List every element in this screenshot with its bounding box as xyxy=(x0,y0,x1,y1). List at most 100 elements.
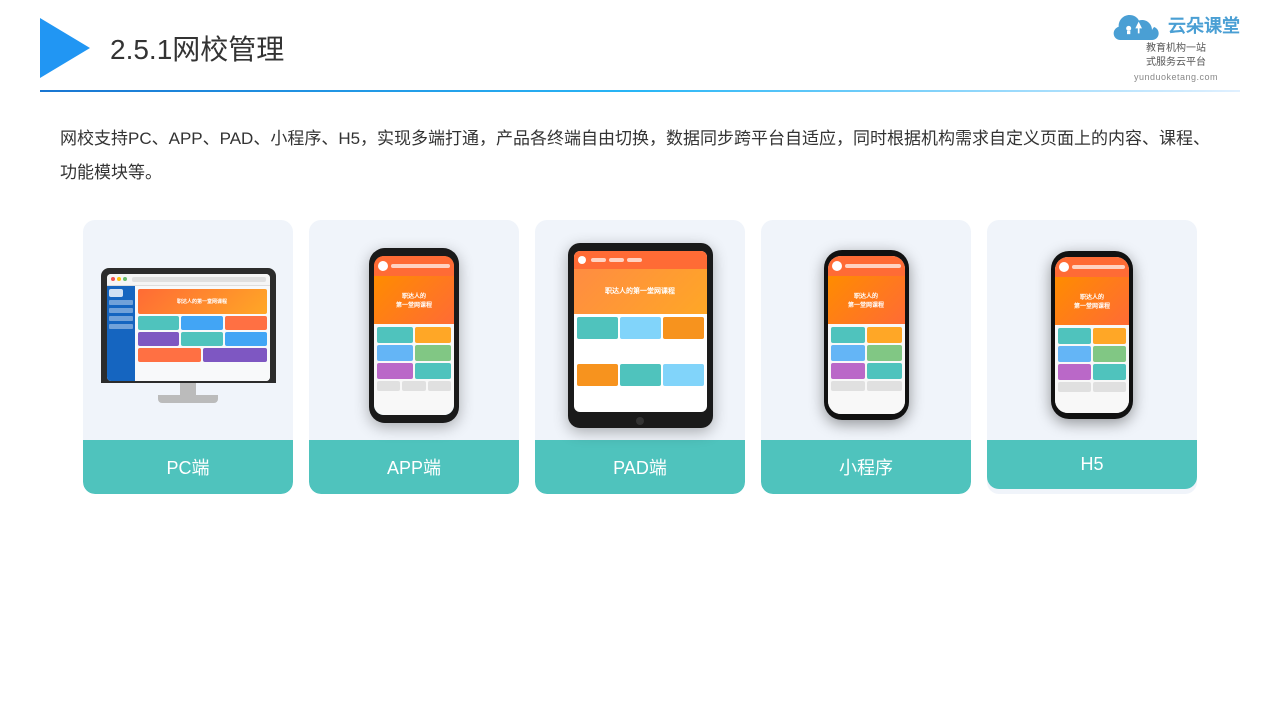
scg-row xyxy=(1058,328,1126,344)
scg-chip xyxy=(415,327,451,343)
pc-sidebar-item xyxy=(109,300,133,305)
ipad-home-btn xyxy=(636,417,644,425)
description-text: 网校支持PC、APP、PAD、小程序、H5，实现多端打通，产品各终端自由切换，数… xyxy=(0,92,1280,190)
ipad-logo xyxy=(578,256,586,264)
scg-chip xyxy=(867,345,902,361)
pc-sidebar-item xyxy=(109,308,133,313)
scg-row xyxy=(377,345,451,361)
pc-mockup: 职达人的第一堂网课程 xyxy=(101,268,276,403)
device-label-pad: PAD端 xyxy=(535,440,745,494)
device-card-h5: 职达人的 第一堂网课程 xyxy=(987,220,1197,494)
device-card-pad: 职达人的第一堂网课程 PAD端 xyxy=(535,220,745,494)
brand-name-en: yunduoketang.com xyxy=(1134,72,1218,82)
scg-banner: 职达人的 第一堂网课程 xyxy=(1055,277,1129,325)
ipad-grid-item xyxy=(620,364,661,386)
ipad-screen-inner: 职达人的第一堂网课程 xyxy=(574,251,707,412)
pc-sidebar-item xyxy=(109,324,133,329)
phone-notch xyxy=(402,248,427,256)
scg-row xyxy=(831,381,902,391)
scg-chip xyxy=(1093,364,1126,380)
scg-row xyxy=(377,363,451,379)
scg-chip xyxy=(415,363,451,379)
pc-main-content: 职达人的第一堂网课程 xyxy=(135,286,270,381)
device-image-h5: 职达人的 第一堂网课程 xyxy=(987,220,1197,440)
scg-header xyxy=(374,256,454,276)
scg-chip xyxy=(377,381,400,391)
screen-content: 职达人的 第一堂网课程 xyxy=(828,256,905,414)
phone-screen: 职达人的 第一堂网课程 xyxy=(374,256,454,415)
scg-chip xyxy=(428,381,451,391)
screen-content: 职达人的 第一堂网课程 xyxy=(374,256,454,415)
scg-header xyxy=(828,256,905,276)
scg-chip xyxy=(831,327,866,343)
app-phone-mockup: 职达人的 第一堂网课程 xyxy=(369,248,459,423)
ipad-grid-item xyxy=(577,364,618,386)
pc-dot-green xyxy=(123,277,127,281)
scg-title xyxy=(1072,265,1125,269)
scg-chip xyxy=(1058,346,1091,362)
h5-phone-mockup: 职达人的 第一堂网课程 xyxy=(1051,251,1133,419)
pc-screen-outer: 职达人的第一堂网课程 xyxy=(101,268,276,383)
pc-card xyxy=(225,332,267,346)
scg-chip xyxy=(867,381,902,391)
device-label-pc: PC端 xyxy=(83,440,293,494)
ipad-mockup: 职达人的第一堂网课程 xyxy=(568,243,713,428)
pc-card xyxy=(181,316,223,330)
scg-row xyxy=(831,363,902,379)
device-cards-container: 职达人的第一堂网课程 xyxy=(0,190,1280,494)
pc-stand-neck xyxy=(180,383,196,395)
wechat-notch xyxy=(855,250,877,256)
scg-avatar xyxy=(1059,262,1069,272)
header: 2.5.1网校管理 云朵课堂 教育机构一站 式服务云平台 yunduoketan… xyxy=(0,0,1280,78)
pc-card xyxy=(138,316,180,330)
pc-address-bar xyxy=(132,277,266,282)
scg-chip xyxy=(1093,346,1126,362)
scg-body xyxy=(374,324,454,415)
ipad-screen: 职达人的第一堂网课程 xyxy=(574,251,707,412)
screen-content: 职达人的 第一堂网课程 xyxy=(1055,257,1129,413)
scg-body xyxy=(828,324,905,414)
device-label-wechat: 小程序 xyxy=(761,440,971,494)
scg-row xyxy=(377,381,451,391)
ipad-topbar xyxy=(574,251,707,269)
scg-title xyxy=(845,264,901,268)
scg-row xyxy=(831,327,902,343)
scg-row xyxy=(831,345,902,361)
scg-banner: 职达人的 第一堂网课程 xyxy=(828,276,905,324)
pc-screen-body: 职达人的第一堂网课程 xyxy=(107,286,270,381)
scg-chip xyxy=(1058,382,1091,392)
pc-card-row xyxy=(138,316,267,330)
device-image-pad: 职达人的第一堂网课程 xyxy=(535,220,745,440)
scg-chip xyxy=(1058,328,1091,344)
ipad-banner: 职达人的第一堂网课程 xyxy=(574,269,707,314)
ipad-grid-item xyxy=(663,317,704,339)
wechat-screen: 职达人的 第一堂网课程 xyxy=(828,256,905,414)
device-label-app: APP端 xyxy=(309,440,519,494)
scg-chip xyxy=(402,381,425,391)
wechat-phone-mockup: 职达人的 第一堂网课程 xyxy=(824,250,909,420)
ipad-grid xyxy=(574,314,707,412)
pc-screen-inner: 职达人的第一堂网课程 xyxy=(107,274,270,381)
scg-chip xyxy=(867,363,902,379)
device-card-app: 职达人的 第一堂网课程 xyxy=(309,220,519,494)
logo-triangle-icon xyxy=(40,18,90,78)
page-title: 2.5.1网校管理 xyxy=(110,28,284,68)
scg-chip xyxy=(1093,382,1126,392)
pc-card xyxy=(181,332,223,346)
device-image-wechat: 职达人的 第一堂网课程 xyxy=(761,220,971,440)
pc-sidebar-logo xyxy=(109,289,123,297)
scg-chip xyxy=(377,363,413,379)
pc-card-row3 xyxy=(138,348,267,362)
pc-banner: 职达人的第一堂网课程 xyxy=(138,289,267,314)
pc-card xyxy=(203,348,267,362)
scg-row xyxy=(1058,382,1126,392)
scg-title xyxy=(391,264,450,268)
scg-chip xyxy=(831,363,866,379)
scg-body xyxy=(1055,325,1129,413)
scg-chip xyxy=(377,345,413,361)
brand-logo: 云朵课堂 教育机构一站 式服务云平台 yunduoketang.com xyxy=(1112,10,1240,82)
pc-dot-red xyxy=(111,277,115,281)
ipad-grid-item xyxy=(620,317,661,339)
brand-tagline: 教育机构一站 式服务云平台 xyxy=(1146,42,1206,70)
scg-chip xyxy=(1058,364,1091,380)
